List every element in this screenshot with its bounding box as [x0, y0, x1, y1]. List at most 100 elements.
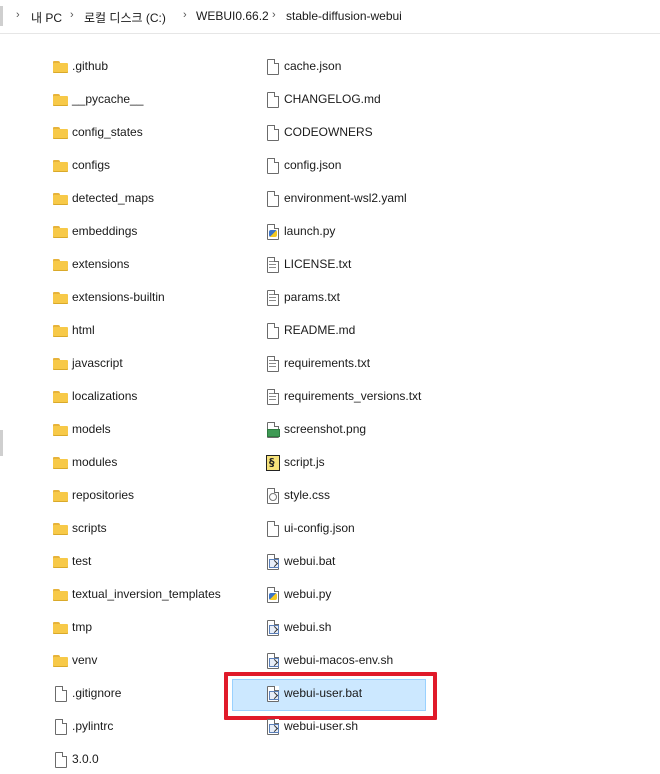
css-file-icon — [264, 487, 280, 504]
file-item[interactable]: ui-config.json — [264, 518, 355, 538]
folder-item[interactable]: test — [52, 551, 91, 571]
file-icon — [52, 685, 68, 702]
file-item[interactable]: CHANGELOG.md — [264, 89, 381, 109]
script-file-icon — [264, 718, 280, 735]
item-label: webui-macos-env.sh — [284, 653, 394, 667]
folder-item[interactable]: localizations — [52, 386, 137, 406]
file-item[interactable]: webui-user.sh — [264, 716, 358, 736]
item-label: cache.json — [284, 59, 342, 73]
folder-item[interactable]: repositories — [52, 485, 134, 505]
file-item[interactable]: README.md — [264, 320, 355, 340]
folder-item[interactable]: venv — [52, 650, 97, 670]
item-label: html — [72, 323, 95, 337]
folder-item[interactable]: extensions-builtin — [52, 287, 165, 307]
folder-item[interactable]: detected_maps — [52, 188, 154, 208]
folder-item[interactable]: configs — [52, 155, 110, 175]
script-file-icon — [264, 685, 280, 702]
folder-icon — [52, 652, 68, 668]
file-item[interactable]: webui.py — [264, 584, 331, 604]
file-item[interactable]: LICENSE.txt — [264, 254, 351, 274]
item-label: LICENSE.txt — [284, 257, 352, 271]
folder-icon — [52, 586, 68, 602]
file-item[interactable]: cache.json — [264, 56, 341, 76]
folder-item[interactable]: models — [52, 419, 111, 439]
file-item[interactable]: environment-wsl2.yaml — [264, 188, 407, 208]
folder-icon — [52, 388, 68, 404]
file-icon — [264, 157, 280, 174]
item-label: screenshot.png — [284, 422, 367, 436]
file-item[interactable]: launch.py — [264, 221, 335, 241]
item-label: modules — [72, 455, 118, 469]
file-item[interactable]: requirements_versions.txt — [264, 386, 421, 406]
item-label: config_states — [72, 125, 143, 139]
folder-item[interactable]: tmp — [52, 617, 92, 637]
nav-pane-scroll-mark — [0, 430, 3, 456]
item-label: params.txt — [284, 290, 341, 304]
breadcrumb-my-pc[interactable]: 내 PC — [31, 9, 62, 26]
script-file-icon — [264, 652, 280, 669]
breadcrumb-webui-version[interactable]: WEBUI0.66.2 — [196, 9, 269, 23]
javascript-file-icon: § — [264, 454, 280, 471]
chevron-right-icon: › — [272, 9, 276, 21]
folder-item[interactable]: javascript — [52, 353, 123, 373]
folder-icon — [52, 289, 68, 305]
folder-item[interactable]: textual_inversion_templates — [52, 584, 221, 604]
file-item[interactable]: config.json — [264, 155, 341, 175]
folder-icon — [52, 520, 68, 536]
item-label: models — [72, 422, 111, 436]
folder-item[interactable]: extensions — [52, 254, 129, 274]
item-label: embeddings — [72, 224, 138, 238]
file-item[interactable]: params.txt — [264, 287, 340, 307]
file-icon — [52, 718, 68, 735]
item-label: webui.py — [284, 587, 332, 601]
item-label: environment-wsl2.yaml — [284, 191, 407, 205]
item-label: test — [72, 554, 92, 568]
item-label: textual_inversion_templates — [72, 587, 221, 601]
folder-item[interactable]: config_states — [52, 122, 143, 142]
item-label: webui-user.bat — [284, 686, 363, 700]
item-label: .gitignore — [72, 686, 122, 700]
file-icon — [264, 322, 280, 339]
item-label: webui-user.sh — [284, 719, 359, 733]
item-label: detected_maps — [72, 191, 155, 205]
item-label: webui.bat — [284, 554, 336, 568]
breadcrumb-local-disk[interactable]: 로컬 디스크 (C:) — [84, 9, 166, 26]
file-item[interactable]: .pylintrc — [52, 716, 113, 736]
file-item[interactable]: 3.0.0 — [52, 749, 99, 769]
breadcrumb-current-folder[interactable]: stable-diffusion-webui — [286, 9, 402, 23]
folder-icon — [52, 454, 68, 470]
item-label: README.md — [284, 323, 356, 337]
file-icon — [264, 190, 280, 207]
file-item[interactable]: webui.sh — [264, 617, 331, 637]
item-label: .github — [72, 59, 109, 73]
file-item[interactable]: screenshot.png — [264, 419, 366, 439]
item-label: localizations — [72, 389, 138, 403]
item-label: extensions — [72, 257, 130, 271]
folder-item[interactable]: embeddings — [52, 221, 137, 241]
text-file-icon — [264, 256, 280, 273]
file-item[interactable]: .gitignore — [52, 683, 121, 703]
folder-item[interactable]: __pycache__ — [52, 89, 143, 109]
folder-icon — [52, 91, 68, 107]
folder-item[interactable]: html — [52, 320, 95, 340]
folder-item[interactable]: modules — [52, 452, 117, 472]
file-icon — [264, 124, 280, 141]
address-bar-edge — [0, 6, 3, 26]
folder-item[interactable]: scripts — [52, 518, 107, 538]
file-item[interactable]: CODEOWNERS — [264, 122, 373, 142]
chevron-right-icon: › — [70, 9, 74, 21]
address-bar[interactable]: › 내 PC › 로컬 디스크 (C:) › WEBUI0.66.2 › sta… — [0, 0, 660, 34]
file-item[interactable]: style.css — [264, 485, 330, 505]
folder-icon — [52, 355, 68, 371]
file-item[interactable]: requirements.txt — [264, 353, 370, 373]
item-label: script.js — [284, 455, 325, 469]
file-item[interactable]: webui.bat — [264, 551, 335, 571]
item-label: requirements.txt — [284, 356, 371, 370]
file-item[interactable]: § script.js — [264, 452, 325, 472]
file-icon — [264, 520, 280, 537]
folder-item[interactable]: .github — [52, 56, 108, 76]
item-label: 3.0.0 — [72, 752, 99, 766]
file-item[interactable]: webui-user.bat — [264, 683, 362, 703]
item-label: ui-config.json — [284, 521, 355, 535]
file-item[interactable]: webui-macos-env.sh — [264, 650, 393, 670]
